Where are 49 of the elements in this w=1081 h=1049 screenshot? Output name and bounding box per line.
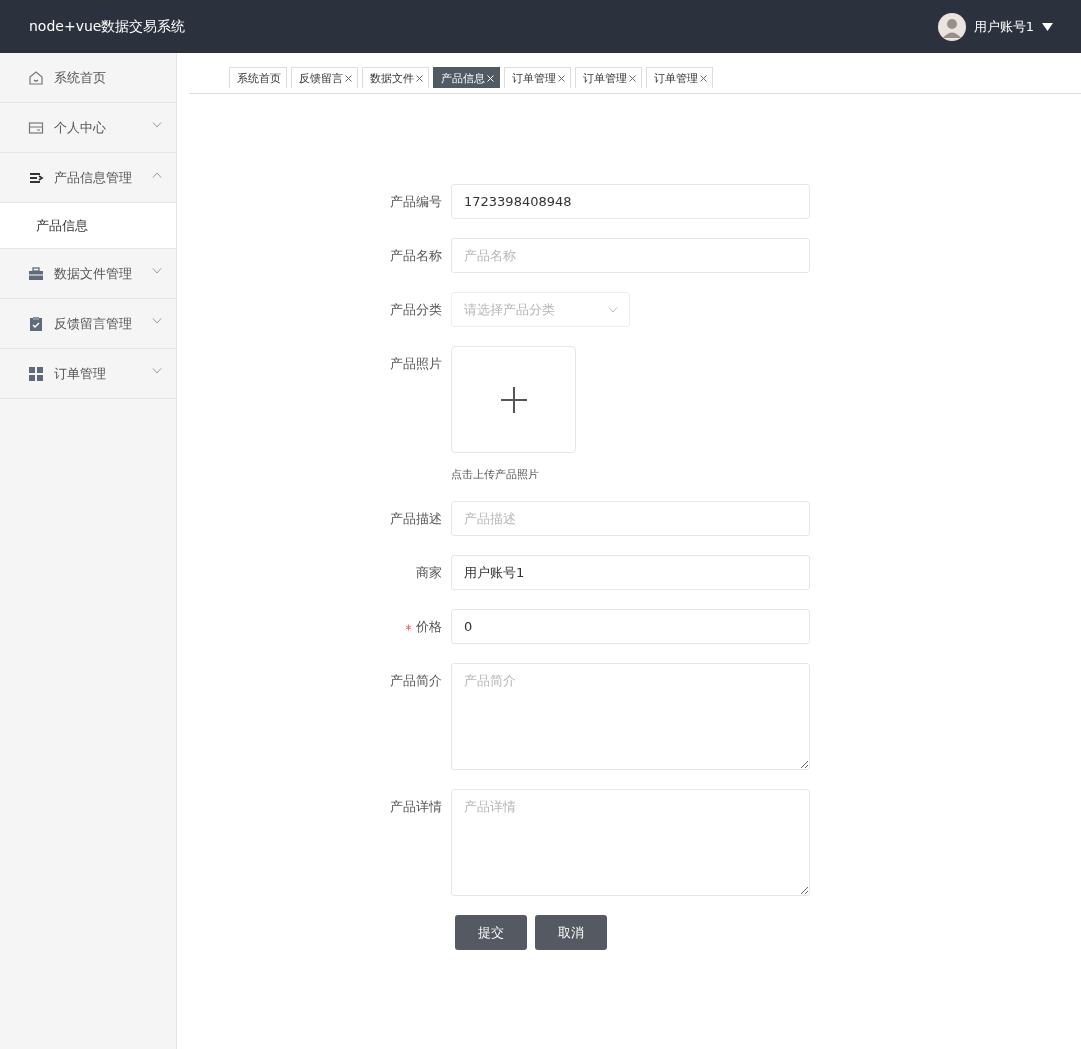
close-icon[interactable] — [345, 74, 352, 82]
input-field[interactable]: 产品名称 — [451, 238, 810, 273]
close-icon[interactable] — [558, 74, 565, 82]
briefcase-icon — [28, 265, 44, 282]
field-label: 商家 — [415, 564, 443, 582]
submit-button[interactable]: 提交 — [455, 915, 527, 950]
field-label: 产品简介 — [389, 672, 443, 690]
cancel-button[interactable]: 取消 — [535, 915, 607, 950]
field-label: 价格 — [377, 609, 451, 644]
input-field[interactable]: 用户账号1 — [451, 555, 810, 590]
text-area[interactable]: 产品简介 — [451, 663, 810, 770]
field-label: 产品详情 — [389, 798, 443, 816]
submenu-item[interactable]: 产品信息 — [0, 203, 176, 249]
tab[interactable]: 产品信息 — [433, 67, 500, 88]
field-label: 产品描述 — [389, 510, 443, 528]
menu-item[interactable]: 数据文件管理 — [0, 249, 176, 299]
text-area[interactable]: 产品详情 — [451, 789, 810, 896]
menu-item[interactable]: 个人中心 — [0, 103, 176, 153]
clipboard-check-icon — [28, 315, 44, 332]
tab[interactable]: 系统首页 — [229, 67, 287, 88]
caret-icon — [1042, 22, 1053, 31]
input-field[interactable]: 产品描述 — [451, 501, 810, 536]
chevron-icon — [608, 307, 618, 313]
tab[interactable]: 订单管理 — [646, 67, 713, 88]
card-icon — [28, 119, 44, 136]
tab[interactable]: 数据文件 — [362, 67, 429, 88]
field-label: 产品分类 — [389, 301, 443, 319]
grid-icon — [28, 365, 44, 382]
user-menu[interactable]: 用户账号1 — [937, 12, 1053, 41]
tab[interactable]: 反馈留言 — [291, 67, 358, 88]
tab[interactable]: 订单管理 — [504, 67, 571, 88]
close-icon[interactable] — [416, 74, 423, 82]
menu-item[interactable]: 反馈留言管理 — [0, 299, 176, 349]
tab[interactable]: 订单管理 — [575, 67, 642, 88]
field-label: 产品编号 — [389, 193, 443, 211]
home-icon — [28, 69, 44, 86]
close-icon[interactable] — [700, 74, 707, 82]
field-label: 产品照片 — [389, 355, 443, 373]
close-icon[interactable] — [629, 74, 636, 82]
select-field[interactable]: 请选择产品分类 — [451, 292, 630, 327]
menu-item[interactable]: 订单管理 — [0, 349, 176, 399]
upload-hint: 点击上传产品照片 — [451, 467, 540, 482]
field-label: 产品名称 — [389, 247, 443, 265]
menu-item[interactable]: 系统首页 — [0, 53, 176, 103]
input-field[interactable]: 0 — [451, 609, 810, 644]
input-field[interactable]: 1723398408948 — [451, 184, 810, 219]
plus-icon — [500, 386, 527, 413]
app-title: node+vue数据交易系统 — [29, 17, 186, 36]
avatar-icon — [937, 12, 966, 41]
